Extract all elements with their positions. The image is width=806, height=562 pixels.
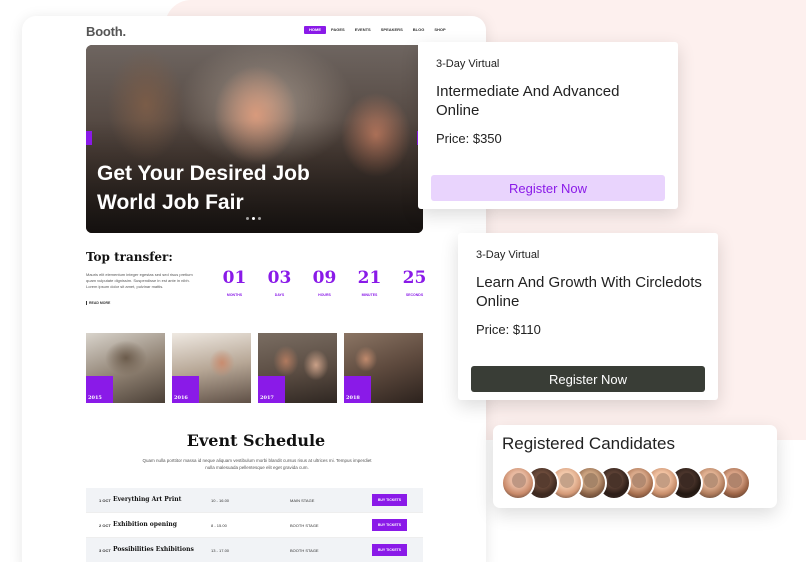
schedule-title: Event Schedule xyxy=(186,431,326,450)
schedule-row: 3 OCT Possibilities Exhibitions 13 - 17.… xyxy=(86,538,423,562)
buy-tickets-button[interactable]: BUY TICKETS xyxy=(372,544,407,556)
avatar-stack xyxy=(501,466,751,500)
transfer-title: Top transfer: xyxy=(86,250,173,264)
schedule-subtitle: Quam nulla porttitor massa id neque aliq… xyxy=(142,458,372,470)
event-name: Everything Art Print xyxy=(113,496,182,503)
schedule-row: 2 OCT Exhibition opening 8 - 15.00 BOOTH… xyxy=(86,513,423,538)
gallery-year: 2016 xyxy=(174,395,188,401)
gallery-year: 2017 xyxy=(260,395,274,401)
slider-dot[interactable] xyxy=(258,217,261,220)
gallery-tile[interactable]: 2018 xyxy=(344,333,423,403)
event-time: 13 - 17.00 xyxy=(211,548,230,553)
buy-tickets-button[interactable]: BUY TICKETS xyxy=(372,494,407,506)
card-kicker: 3-Day Virtual xyxy=(476,249,540,261)
candidate-avatar[interactable] xyxy=(501,466,535,500)
event-date: 3 OCT xyxy=(99,548,111,553)
gallery-year: 2018 xyxy=(346,395,360,401)
gallery-tile[interactable]: 2015 xyxy=(86,333,165,403)
nav-speakers[interactable]: SPEAKERS xyxy=(376,26,408,34)
gallery-tile[interactable]: 2016 xyxy=(172,333,251,403)
candidates-title: Registered Candidates xyxy=(502,434,675,453)
brand-logo[interactable]: Booth. xyxy=(86,24,126,39)
nav-blog[interactable]: BLOG xyxy=(408,26,430,34)
card-title: Learn And Growth With Circledots Online xyxy=(476,274,702,310)
register-now-button[interactable]: Register Now xyxy=(431,175,665,201)
card-price: Price: $110 xyxy=(476,322,541,337)
event-stage: BOOTH STAGE xyxy=(290,548,319,553)
countdown: 01 MONTHS 03 DAYS 09 HOURS 21 MINUTES 25… xyxy=(212,267,437,297)
schedule-row: 1 OCT Everything Art Print 10 - 16.00 MA… xyxy=(86,488,423,513)
buy-tickets-button[interactable]: BUY TICKETS xyxy=(372,519,407,531)
register-now-button[interactable]: Register Now xyxy=(471,366,705,392)
card-title: Intermediate And Advanced Online xyxy=(436,83,620,119)
event-time: 10 - 16.00 xyxy=(211,498,230,503)
main-nav: HOME PAGES EVENTS SPEAKERS BLOG SHOP xyxy=(304,26,451,34)
site-header: Booth. HOME PAGES EVENTS SPEAKERS BLOG S… xyxy=(22,16,486,46)
hero-headline: Get Your Desired Job World Job Fair xyxy=(97,162,310,214)
gallery-tile[interactable]: 2017 xyxy=(258,333,337,403)
gallery-year: 2015 xyxy=(88,395,102,401)
countdown-days: 03 DAYS xyxy=(267,268,292,297)
event-name: Possibilities Exhibitions xyxy=(113,546,194,553)
event-card-learn-growth: 3-Day Virtual Learn And Growth With Circ… xyxy=(458,233,718,400)
event-stage: MAIN STAGE xyxy=(290,498,315,503)
transfer-text: Mauris elit elementum integer egestas se… xyxy=(86,272,193,289)
countdown-hours: 09 HOURS xyxy=(312,268,337,297)
event-date: 1 OCT xyxy=(99,498,111,503)
registered-candidates-card: Registered Candidates xyxy=(493,425,777,508)
countdown-minutes: 21 MINUTES xyxy=(357,268,382,297)
gallery: 2015 2016 2017 2018 xyxy=(86,333,423,403)
card-kicker: 3-Day Virtual xyxy=(436,58,500,70)
event-time: 8 - 15.00 xyxy=(211,523,227,528)
card-price: Price: $350 xyxy=(436,131,502,146)
slider-dots xyxy=(246,217,261,220)
slider-dot[interactable] xyxy=(252,217,255,220)
countdown-months: 01 MONTHS xyxy=(222,268,247,297)
slider-prev-arrow-icon[interactable] xyxy=(86,131,92,145)
nav-shop[interactable]: SHOP xyxy=(429,26,450,34)
event-name: Exhibition opening xyxy=(113,521,177,528)
event-card-intermediate: 3-Day Virtual Intermediate And Advanced … xyxy=(418,42,678,209)
event-date: 2 OCT xyxy=(99,523,111,528)
hero-slider: Get Your Desired Job World Job Fair xyxy=(86,45,423,233)
nav-events[interactable]: EVENTS xyxy=(350,26,376,34)
schedule-table: 1 OCT Everything Art Print 10 - 16.00 MA… xyxy=(86,488,423,562)
countdown-seconds: 25 SECONDS xyxy=(402,268,427,297)
website-preview: Booth. HOME PAGES EVENTS SPEAKERS BLOG S… xyxy=(22,16,486,562)
nav-home[interactable]: HOME xyxy=(304,26,326,34)
slider-dot[interactable] xyxy=(246,217,249,220)
event-stage: BOOTH STAGE xyxy=(290,523,319,528)
nav-pages[interactable]: PAGES xyxy=(326,26,350,34)
read-more-link[interactable]: READ MORE xyxy=(86,301,110,305)
